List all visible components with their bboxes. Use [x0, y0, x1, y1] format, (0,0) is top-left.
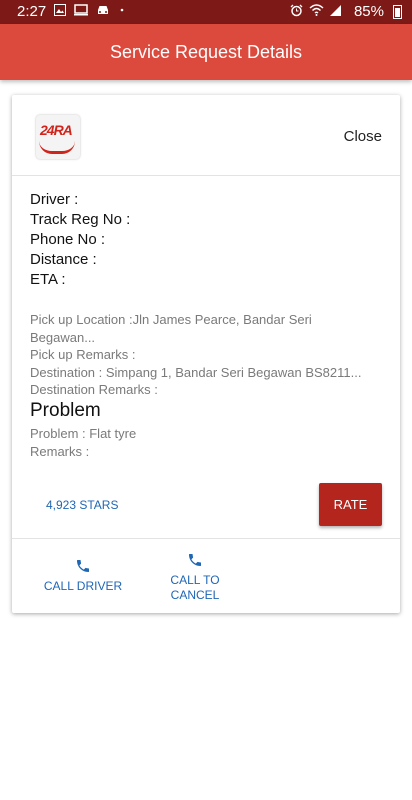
page-title: Service Request Details	[109, 42, 303, 62]
battery-icon	[393, 5, 402, 19]
stars-count: 4,923 STARS	[46, 498, 119, 512]
image-icon	[54, 4, 66, 16]
track-reg-label: Track Reg No :	[30, 211, 131, 228]
car-icon	[98, 6, 108, 14]
call-cancel-line1: CALL TO	[170, 573, 220, 587]
call-driver-button[interactable]: CALL DRIVER	[42, 558, 124, 593]
signal-icon	[330, 5, 341, 16]
driver-info: Driver : Track Reg No : Phone No : Dista…	[30, 190, 130, 290]
rate-button[interactable]: RATE	[319, 483, 382, 526]
close-button[interactable]: Close	[344, 128, 382, 145]
dot-icon	[120, 8, 124, 12]
pickup-location-line2: Begawan...	[30, 329, 96, 345]
monitor-icon	[74, 4, 88, 16]
status-time: 2:27	[17, 3, 47, 20]
pickup-location-line1: Pick up Location :Jln James Pearce, Band…	[30, 312, 312, 327]
destination: Destination : Simpang 1, Bandar Seri Beg…	[30, 364, 362, 380]
system-icons	[290, 4, 342, 17]
divider	[12, 175, 400, 176]
service-request-card: 24RA Close Driver : Track Reg No : Phone…	[12, 95, 400, 613]
app-bar: Service Request Details	[0, 24, 412, 80]
phone-label: Phone No :	[30, 231, 106, 248]
trip-details: Pick up Location :Jln James Pearce, Band…	[30, 311, 385, 399]
remarks-text: Remarks :	[30, 443, 90, 459]
destination-remarks: Destination Remarks :	[30, 382, 158, 397]
wifi-icon	[309, 4, 324, 16]
problem-details: Problem : Flat tyre Remarks :	[30, 425, 136, 460]
notification-icons	[54, 4, 126, 16]
alarm-icon	[290, 4, 303, 17]
battery-percent: 85%	[353, 3, 384, 20]
driver-label: Driver :	[30, 191, 79, 208]
pickup-remarks: Pick up Remarks :	[30, 347, 136, 362]
company-logo: 24RA	[36, 115, 80, 159]
call-to-cancel-button[interactable]: CALL TO CANCEL	[162, 552, 228, 603]
problem-text: Problem : Flat tyre	[30, 426, 137, 441]
logo-text: 24RA	[40, 122, 73, 138]
problem-heading: Problem	[30, 400, 101, 421]
call-driver-label: CALL DRIVER	[43, 579, 123, 593]
phone-icon	[77, 560, 89, 572]
eta-label: ETA :	[30, 271, 66, 288]
call-cancel-line2: CANCEL	[170, 588, 220, 602]
divider	[12, 538, 400, 539]
logo-swoosh	[39, 141, 75, 154]
status-bar: 2:27 85%	[0, 0, 412, 24]
phone-icon	[189, 554, 201, 566]
distance-label: Distance :	[30, 251, 97, 268]
